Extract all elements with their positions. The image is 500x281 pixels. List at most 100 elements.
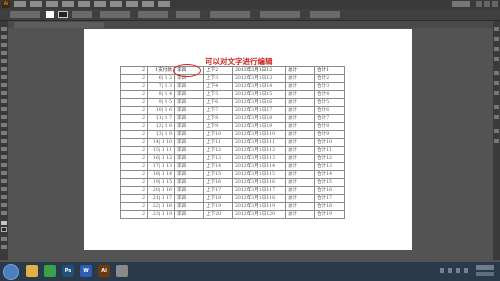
table-row[interactable]: 2 18| 1 14 李四 上下15 2013年3月1日115 总计 合计14 <box>120 170 345 179</box>
table-cell[interactable]: 合计5 <box>314 98 345 107</box>
brush-tool-icon[interactable] <box>1 83 7 87</box>
table-cell[interactable]: 2 <box>120 210 148 219</box>
table-cell[interactable]: 2 <box>120 194 148 203</box>
artboard-tool-icon[interactable] <box>1 203 7 207</box>
table-row[interactable]: 2 21| 1 17 李四 上下18 2013年3月1日118 总计 合计17 <box>120 194 345 203</box>
table-cell[interactable]: 2013年3月1日118 <box>232 194 286 203</box>
table-cell[interactable]: 总计 <box>285 138 315 147</box>
table-cell[interactable]: 2013年3月1日19 <box>232 122 286 131</box>
menu-item[interactable] <box>14 1 26 7</box>
table-row[interactable]: 2 10| 1 6 李四 上下7 2013年3月1日17 总计 合计6 <box>120 106 345 115</box>
table-cell[interactable]: 2 <box>120 106 148 115</box>
table-cell[interactable]: 上下12 <box>203 146 233 155</box>
table-cell[interactable]: 上下13 <box>203 154 233 163</box>
table-cell[interactable]: 18| 1 14 <box>147 170 175 179</box>
table-cell[interactable]: 总计 <box>285 170 315 179</box>
menu-item[interactable] <box>126 1 138 7</box>
table-cell[interactable]: 2 <box>120 178 148 187</box>
graphic-styles-panel-icon[interactable] <box>494 115 499 119</box>
drawing-mode-icon[interactable] <box>1 237 7 241</box>
table-cell[interactable]: 合计17 <box>314 194 345 203</box>
scale-tool-icon[interactable] <box>1 115 7 119</box>
table-cell[interactable]: 合计3 <box>314 82 345 91</box>
transparency-panel-icon[interactable] <box>494 91 499 95</box>
menu-item[interactable] <box>78 1 90 7</box>
table-cell[interactable]: 2013年3月1日114 <box>232 162 286 171</box>
transform-controls[interactable] <box>210 11 250 18</box>
table-cell[interactable]: 李四 <box>174 98 204 107</box>
table-cell[interactable]: 总计 <box>285 130 315 139</box>
table-cell[interactable]: 上下4 <box>203 82 233 91</box>
arrange-controls[interactable] <box>310 11 340 18</box>
table-cell[interactable]: 2013年3月1日117 <box>232 186 286 195</box>
table-cell[interactable]: 上下11 <box>203 138 233 147</box>
layers-panel-icon[interactable] <box>494 129 499 133</box>
photoshop-icon[interactable]: Ps <box>62 265 74 277</box>
table-cell[interactable]: 合计14 <box>314 170 345 179</box>
table-cell[interactable]: 2 <box>120 170 148 179</box>
close-icon[interactable] <box>492 1 498 7</box>
graph-tool-icon[interactable] <box>1 195 7 199</box>
table-cell[interactable]: 合计10 <box>314 138 345 147</box>
gradient-panel-icon[interactable] <box>494 81 499 85</box>
perspective-tool-icon[interactable] <box>1 147 7 151</box>
table-cell[interactable]: 上下9 <box>203 122 233 131</box>
menu-item[interactable] <box>46 1 58 7</box>
free-transform-tool-icon[interactable] <box>1 131 7 135</box>
table-cell[interactable]: 李四 <box>174 194 204 203</box>
table-cell[interactable]: 李四 <box>174 122 204 131</box>
color-panel-icon[interactable] <box>494 27 499 31</box>
table-cell[interactable]: 总计 <box>285 154 315 163</box>
table-cell[interactable]: 2013年3月1日112 <box>232 146 286 155</box>
line-tool-icon[interactable] <box>1 67 7 71</box>
table-cell[interactable]: 合计8 <box>314 122 345 131</box>
start-button[interactable] <box>3 264 19 280</box>
table-cell[interactable]: 2 <box>120 186 148 195</box>
table-cell[interactable]: 2 <box>120 130 148 139</box>
table-cell[interactable]: 14| 1 10 <box>147 138 175 147</box>
table-cell[interactable]: 2 <box>120 154 148 163</box>
table-row[interactable]: 2 8| 1 4 李四 上下5 2013年3月1日15 总计 合计4 <box>120 90 345 99</box>
table-row[interactable]: 2 16| 1 12 李四 上下13 2013年3月1日113 总计 合计12 <box>120 154 345 163</box>
table-cell[interactable]: 总计 <box>285 106 315 115</box>
fill-swatch[interactable] <box>46 11 54 18</box>
table-cell[interactable]: 总计 <box>285 202 315 211</box>
table-cell[interactable]: 合计13 <box>314 162 345 171</box>
table-cell[interactable]: 合计7 <box>314 114 345 123</box>
table-cell[interactable]: 上下18 <box>203 194 233 203</box>
table-cell[interactable]: 7| 1 3 <box>147 82 175 91</box>
table-cell[interactable]: 李四 <box>174 130 204 139</box>
rectangle-tool-icon[interactable] <box>1 75 7 79</box>
table-cell[interactable]: 上下2 <box>203 66 233 75</box>
table-cell[interactable]: 总计 <box>285 194 315 203</box>
word-icon[interactable]: W <box>80 265 92 277</box>
table-cell[interactable]: 2013年3月1日17 <box>232 106 286 115</box>
table-cell[interactable]: 合计9 <box>314 130 345 139</box>
menu-item[interactable] <box>142 1 154 7</box>
fill-color-icon[interactable] <box>1 221 7 225</box>
table-cell[interactable]: 2013年3月1日14 <box>232 82 286 91</box>
table-cell[interactable]: 2 <box>120 146 148 155</box>
table-cell[interactable]: 11| 1 7 <box>147 114 175 123</box>
table-cell[interactable]: 2013年3月1日18 <box>232 114 286 123</box>
table-cell[interactable]: 李四 <box>174 202 204 211</box>
table-cell[interactable]: 上下15 <box>203 170 233 179</box>
stroke-color-icon[interactable] <box>1 227 7 232</box>
table-row[interactable]: 2 23| 1 19 李四 上下20 2013年3月1日120 总计 合计19 <box>120 210 345 219</box>
table-cell[interactable]: 合计12 <box>314 154 345 163</box>
table-row[interactable]: 2 13| 1 9 李四 上下10 2013年3月1日110 总计 合计9 <box>120 130 345 139</box>
table-row[interactable]: 2 22| 1 18 李四 上下19 2013年3月1日119 总计 合计18 <box>120 202 345 211</box>
table-cell[interactable]: 20| 1 16 <box>147 186 175 195</box>
table-cell[interactable]: 2013年3月1日116 <box>232 178 286 187</box>
table-cell[interactable]: 2013年3月1日115 <box>232 170 286 179</box>
table-cell[interactable]: 合计15 <box>314 178 345 187</box>
table-row[interactable]: 2 9| 1 5 李四 上下6 2013年3月1日16 总计 合计5 <box>120 98 345 107</box>
table-cell[interactable]: 2013年3月1日119 <box>232 202 286 211</box>
opacity-field[interactable] <box>176 11 200 18</box>
blend-tool-icon[interactable] <box>1 179 7 183</box>
menu-item[interactable] <box>94 1 106 7</box>
browser-icon[interactable] <box>44 265 56 277</box>
eyedropper-tool-icon[interactable] <box>1 171 7 175</box>
table-cell[interactable]: 21| 1 17 <box>147 194 175 203</box>
screen-mode-icon[interactable] <box>1 245 7 249</box>
